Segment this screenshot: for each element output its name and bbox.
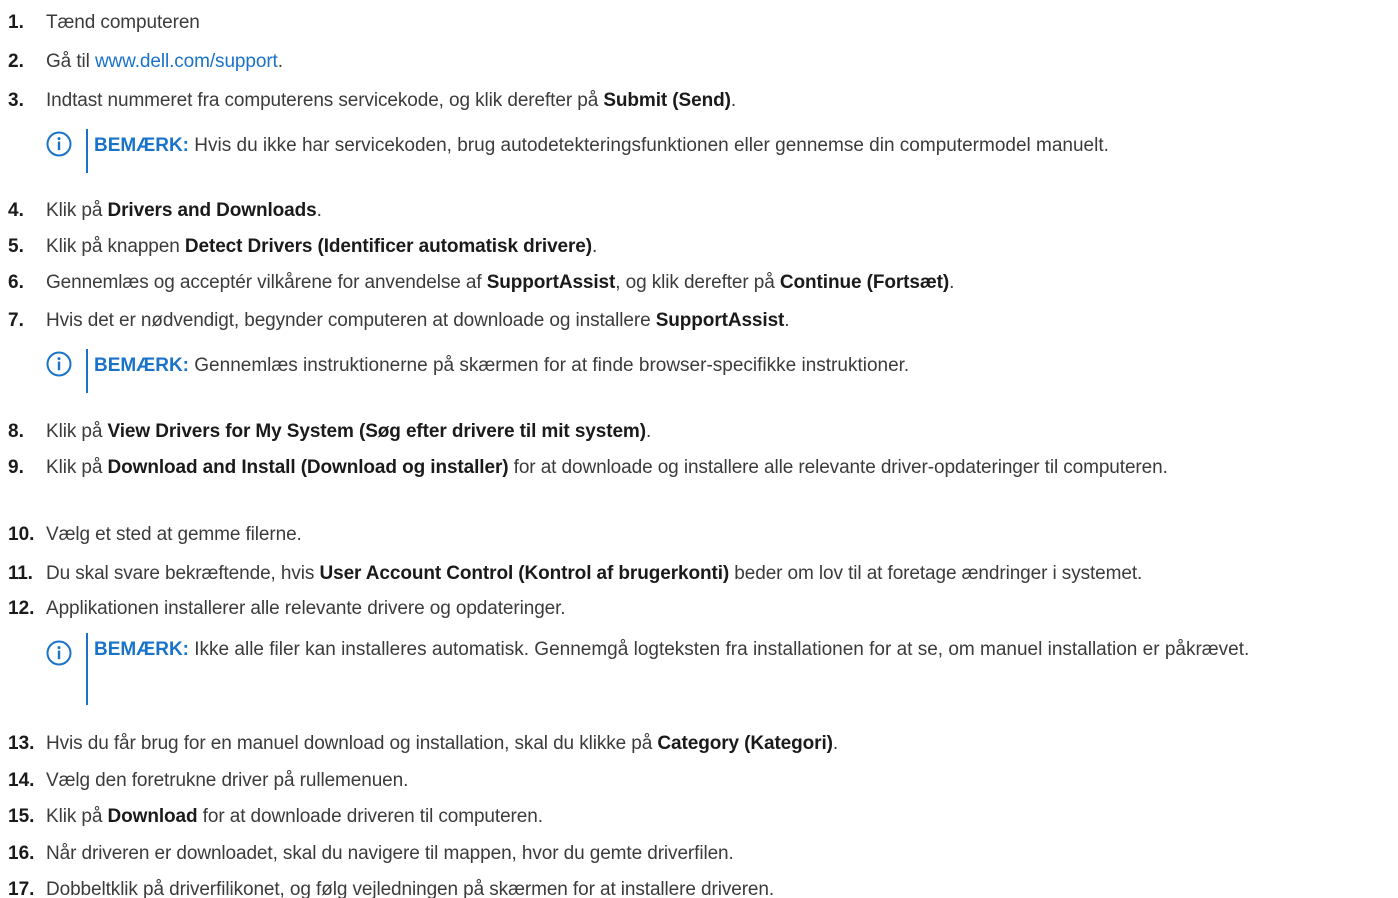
list-item-step-14: 14. Vælg den foretrukne driver på rullem… [8, 768, 1398, 794]
step-number: 10. [8, 524, 35, 545]
note-label: BEMÆRK: [94, 639, 189, 660]
note-label: BEMÆRK: [94, 135, 189, 156]
step-text: Klik på View Drivers for My System (Søg … [46, 421, 652, 442]
note-block: BEMÆRK: Ikke alle filer kan installeres … [46, 633, 1398, 705]
step-number: 14. [8, 770, 35, 791]
list-item-step-3: 3. Indtast nummeret fra computerens serv… [8, 88, 1398, 114]
note-divider [86, 129, 88, 173]
list-item-step-1: 1. Tænd computeren [8, 10, 1398, 36]
note-text: BEMÆRK: Gennemlæs instruktionerne på skæ… [94, 355, 910, 376]
step-number: 13. [8, 733, 35, 754]
list-item-step-4: 4. Klik på Drivers and Downloads. [8, 198, 1398, 224]
note-divider [86, 633, 88, 705]
step-text: Dobbeltklik på driverfilikonet, og følg … [46, 879, 775, 898]
info-circle-icon [46, 131, 72, 157]
step-text: Klik på Download for at downloade driver… [46, 806, 543, 827]
step-text: Klik på knappen Detect Drivers (Identifi… [46, 236, 598, 257]
note-label: BEMÆRK: [94, 355, 189, 376]
step-number: 17. [8, 879, 35, 898]
step-number: 7. [8, 310, 24, 331]
step-number: 4. [8, 200, 24, 221]
step-number: 11. [8, 563, 33, 584]
step-text: Tænd computeren [46, 12, 200, 33]
step-text: Gå til www.dell.com/support. [46, 51, 283, 72]
note-block: BEMÆRK: Gennemlæs instruktionerne på skæ… [46, 349, 1398, 393]
list-item-step-6: 6. Gennemlæs og acceptér vilkårene for a… [8, 270, 1398, 296]
step-text: Applikationen installerer alle relevante… [46, 598, 566, 619]
note-divider [86, 349, 88, 393]
list-item-step-10: 10. Vælg et sted at gemme filerne. [8, 522, 1398, 548]
info-circle-icon [46, 640, 72, 666]
step-text: Hvis det er nødvendigt, begynder compute… [46, 310, 790, 331]
step-text: Du skal svare bekræftende, hvis User Acc… [46, 563, 1143, 584]
step-text: Når driveren er downloadet, skal du navi… [46, 843, 734, 864]
step-text: Klik på Download and Install (Download o… [46, 457, 1168, 478]
note-block: BEMÆRK: Hvis du ikke har servicekoden, b… [46, 129, 1398, 173]
list-item-step-8: 8. Klik på View Drivers for My System (S… [8, 419, 1398, 445]
step-text: Vælg den foretrukne driver på rullemenue… [46, 770, 409, 791]
note-text: BEMÆRK: Hvis du ikke har servicekoden, b… [94, 135, 1109, 156]
list-item-step-17: 17. Dobbeltklik på driverfilikonet, og f… [8, 877, 1398, 898]
step-number: 6. [8, 272, 24, 293]
step-text: Klik på Drivers and Downloads. [46, 200, 322, 221]
step-number: 12. [8, 598, 35, 619]
step-number: 9. [8, 457, 24, 478]
list-item-step-15: 15. Klik på Download for at downloade dr… [8, 804, 1398, 830]
info-circle-icon [46, 351, 72, 377]
step-number: 15. [8, 806, 35, 827]
note-text: BEMÆRK: Ikke alle filer kan installeres … [94, 639, 1250, 660]
list-item-step-11: 11. Du skal svare bekræftende, hvis User… [8, 561, 1398, 587]
list-item-step-7: 7. Hvis det er nødvendigt, begynder comp… [8, 308, 1398, 334]
step-text: Indtast nummeret fra computerens service… [46, 90, 737, 111]
step-text: Vælg et sted at gemme filerne. [46, 524, 302, 545]
list-item-step-9: 9. Klik på Download and Install (Downloa… [8, 455, 1298, 481]
step-number: 5. [8, 236, 24, 257]
step-number: 16. [8, 843, 35, 864]
list-item-step-5: 5. Klik på knappen Detect Drivers (Ident… [8, 234, 1398, 260]
support-link[interactable]: www.dell.com/support [95, 51, 278, 72]
step-number: 3. [8, 90, 24, 111]
list-item-step-2: 2. Gå til www.dell.com/support. [8, 49, 1398, 75]
list-item-step-12: 12. Applikationen installerer alle relev… [8, 596, 1398, 622]
step-text: Hvis du får brug for en manuel download … [46, 733, 839, 754]
step-text: Gennemlæs og acceptér vilkårene for anve… [46, 272, 955, 293]
list-item-step-16: 16. Når driveren er downloadet, skal du … [8, 841, 1398, 867]
step-number: 1. [8, 12, 24, 33]
step-number: 8. [8, 421, 24, 442]
list-item-step-13: 13. Hvis du får brug for en manuel downl… [8, 731, 1398, 757]
step-number: 2. [8, 51, 24, 72]
